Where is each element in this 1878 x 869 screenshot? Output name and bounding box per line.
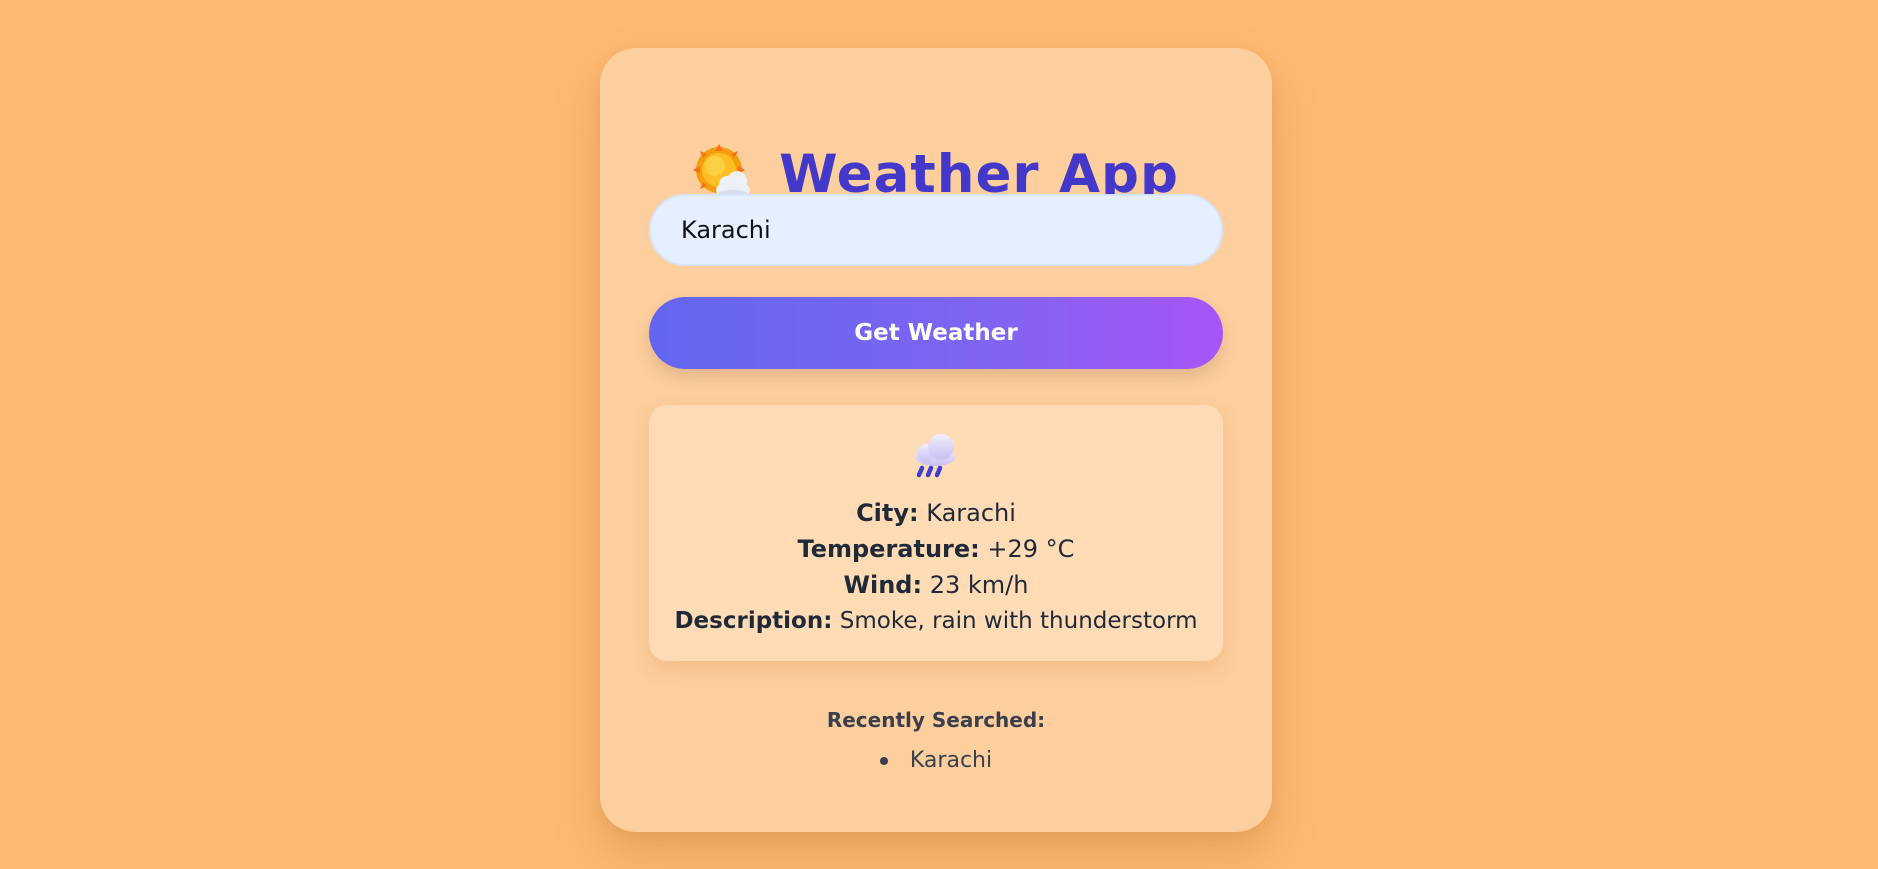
wind-value: 23 km/h <box>929 571 1029 599</box>
temperature-label: Temperature: <box>797 535 980 563</box>
app-title: Weather App <box>779 143 1179 205</box>
rain-cloud-icon <box>915 434 955 478</box>
get-weather-button[interactable]: Get Weather <box>649 297 1223 369</box>
temperature-row: Temperature: +29 °C <box>649 531 1223 567</box>
wind-row: Wind: 23 km/h <box>649 567 1223 603</box>
wind-label: Wind: <box>843 571 923 599</box>
temperature-value: +29 °C <box>987 535 1075 563</box>
description-value: Smoke, rain with thunderstorm <box>839 608 1198 634</box>
city-row: City: Karachi <box>649 495 1223 531</box>
description-row: Description: Smoke, rain with thundersto… <box>649 603 1223 639</box>
recent-searches-list: Karachi <box>600 748 1272 773</box>
bullet-icon <box>879 756 888 765</box>
city-value: Karachi <box>926 499 1016 527</box>
city-label: City: <box>856 499 919 527</box>
recently-searched-heading: Recently Searched: <box>826 708 1046 732</box>
weather-result-panel: City: Karachi Temperature: +29 °C Wind: … <box>649 405 1223 661</box>
recent-search-label: Karachi <box>909 748 993 773</box>
description-label: Description: <box>674 608 833 634</box>
weather-card: Weather App Get Weather City <box>600 48 1272 832</box>
city-search-input[interactable] <box>649 194 1223 266</box>
recent-search-item[interactable]: Karachi <box>879 748 993 773</box>
